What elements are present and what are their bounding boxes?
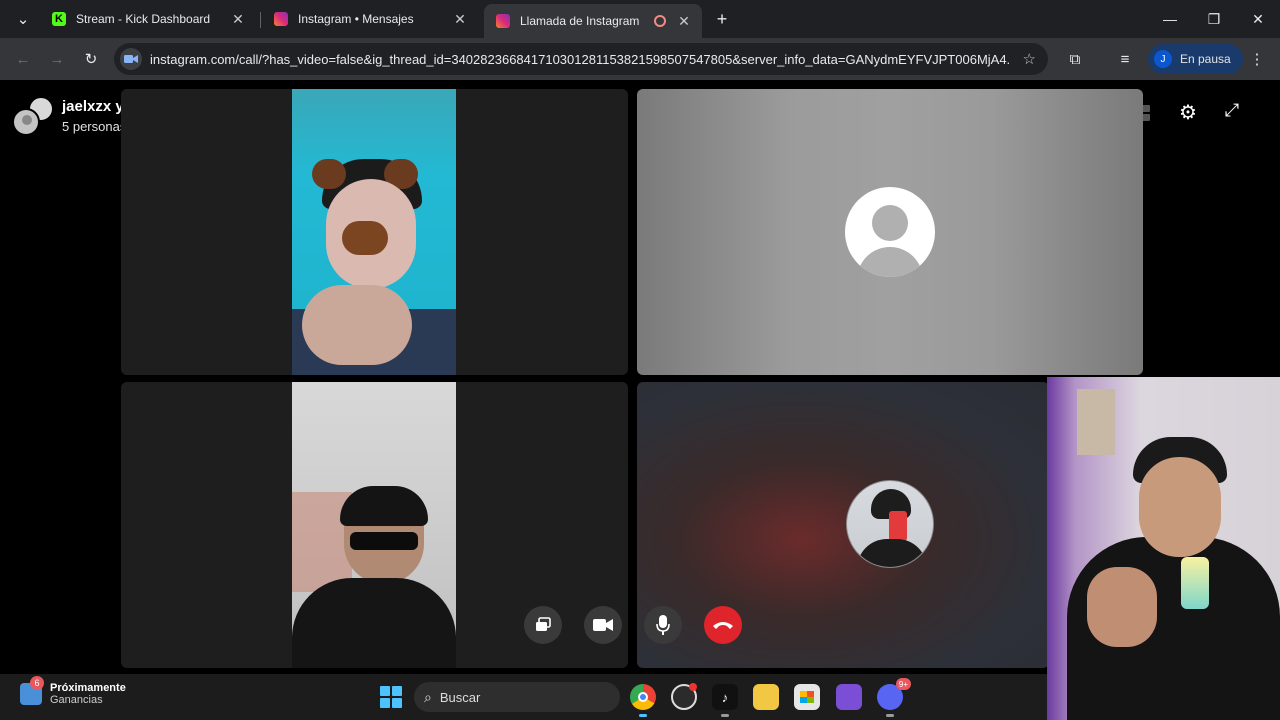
tab-title: Llamada de Instagram: [520, 14, 640, 28]
app-icon[interactable]: [836, 684, 862, 710]
tab-instagram-messages[interactable]: Instagram • Mensajes ✕: [262, 4, 478, 34]
file-explorer-icon[interactable]: [753, 684, 779, 710]
restore-icon[interactable]: ❐: [1192, 0, 1236, 38]
streamer-webcam: [1047, 377, 1280, 720]
participant-tile[interactable]: [121, 89, 628, 375]
taskbar-search[interactable]: ⌕ Buscar: [414, 682, 620, 712]
end-call-button[interactable]: [704, 606, 742, 644]
url-text[interactable]: instagram.com/call/?has_video=false&ig_t…: [150, 52, 1010, 67]
participant-tile[interactable]: [637, 89, 1143, 375]
bookmark-star-icon[interactable]: ☆: [1023, 50, 1036, 68]
instagram-icon: [274, 12, 288, 26]
profile-button[interactable]: J En pausa: [1148, 44, 1243, 74]
reload-icon[interactable]: ↻: [74, 42, 108, 76]
kick-icon: K: [52, 12, 66, 26]
recording-icon: [654, 15, 666, 27]
browser-toolbar: ← → ↻ instagram.com/call/?has_video=fals…: [0, 38, 1280, 80]
video-camera-icon[interactable]: [120, 48, 142, 70]
participant-video: [292, 382, 456, 668]
widgets-button[interactable]: 6 Próximamente Ganancias: [20, 676, 126, 706]
close-icon[interactable]: ✕: [452, 11, 468, 28]
extensions-icon[interactable]: ⧉: [1058, 42, 1092, 76]
back-icon[interactable]: ←: [6, 42, 40, 76]
expand-icon[interactable]: ⤢: [1220, 100, 1244, 124]
notification-badge: 6: [30, 676, 44, 690]
taskbar: 6 Próximamente Ganancias ⌕ Buscar ♪ 9+: [0, 674, 1047, 720]
tab-title: Stream - Kick Dashboard: [76, 12, 211, 26]
windows-start-icon[interactable]: [380, 686, 402, 708]
tab-separator: [260, 12, 261, 28]
tab-instagram-call[interactable]: Llamada de Instagram ✕: [484, 4, 702, 38]
close-window-icon[interactable]: ✕: [1236, 0, 1280, 38]
participant-tile[interactable]: [637, 382, 1049, 668]
avatar: J: [1154, 50, 1172, 68]
avatar: [846, 480, 934, 568]
notification-badge: 9+: [895, 678, 911, 690]
close-icon[interactable]: ✕: [230, 11, 246, 28]
discord-icon[interactable]: 9+: [877, 678, 911, 717]
widget-icon: 6: [20, 676, 44, 705]
gear-icon[interactable]: ⚙: [1176, 100, 1200, 124]
share-screen-button[interactable]: [524, 606, 562, 644]
browser-tab-bar: ⌄ K Stream - Kick Dashboard ✕ Instagram …: [0, 0, 1280, 38]
obs-icon[interactable]: [671, 683, 697, 710]
participant-video: [292, 89, 456, 375]
search-placeholder: Buscar: [439, 689, 481, 705]
address-bar[interactable]: instagram.com/call/?has_video=false&ig_t…: [114, 43, 1048, 75]
widget-title: Próximamente: [50, 682, 126, 694]
group-avatar: [10, 96, 54, 140]
camera-button[interactable]: [584, 606, 622, 644]
avatar: [12, 108, 40, 136]
instagram-icon: [496, 14, 510, 28]
tab-kick-dashboard[interactable]: K Stream - Kick Dashboard ✕: [40, 4, 256, 34]
store-icon[interactable]: [794, 684, 820, 710]
tab-title: Instagram • Mensajes: [298, 12, 414, 26]
close-icon[interactable]: ✕: [676, 13, 692, 30]
microphone-button[interactable]: [644, 606, 682, 644]
forward-icon[interactable]: →: [40, 42, 74, 76]
tiktok-icon[interactable]: ♪: [712, 684, 738, 717]
more-menu-icon[interactable]: ⋮: [1240, 42, 1274, 76]
widget-subtitle: Ganancias: [50, 694, 103, 706]
search-icon: ⌕: [424, 688, 432, 705]
default-avatar-icon: [845, 187, 935, 277]
media-queue-icon[interactable]: ≡: [1108, 42, 1142, 76]
profile-status-label: En pausa: [1180, 52, 1231, 66]
window-controls: — ❐ ✕: [1148, 0, 1280, 38]
tab-search-icon[interactable]: ⌄: [6, 2, 40, 36]
chrome-icon[interactable]: [630, 684, 656, 717]
minimize-icon[interactable]: —: [1148, 0, 1192, 38]
new-tab-icon[interactable]: +: [705, 2, 739, 36]
